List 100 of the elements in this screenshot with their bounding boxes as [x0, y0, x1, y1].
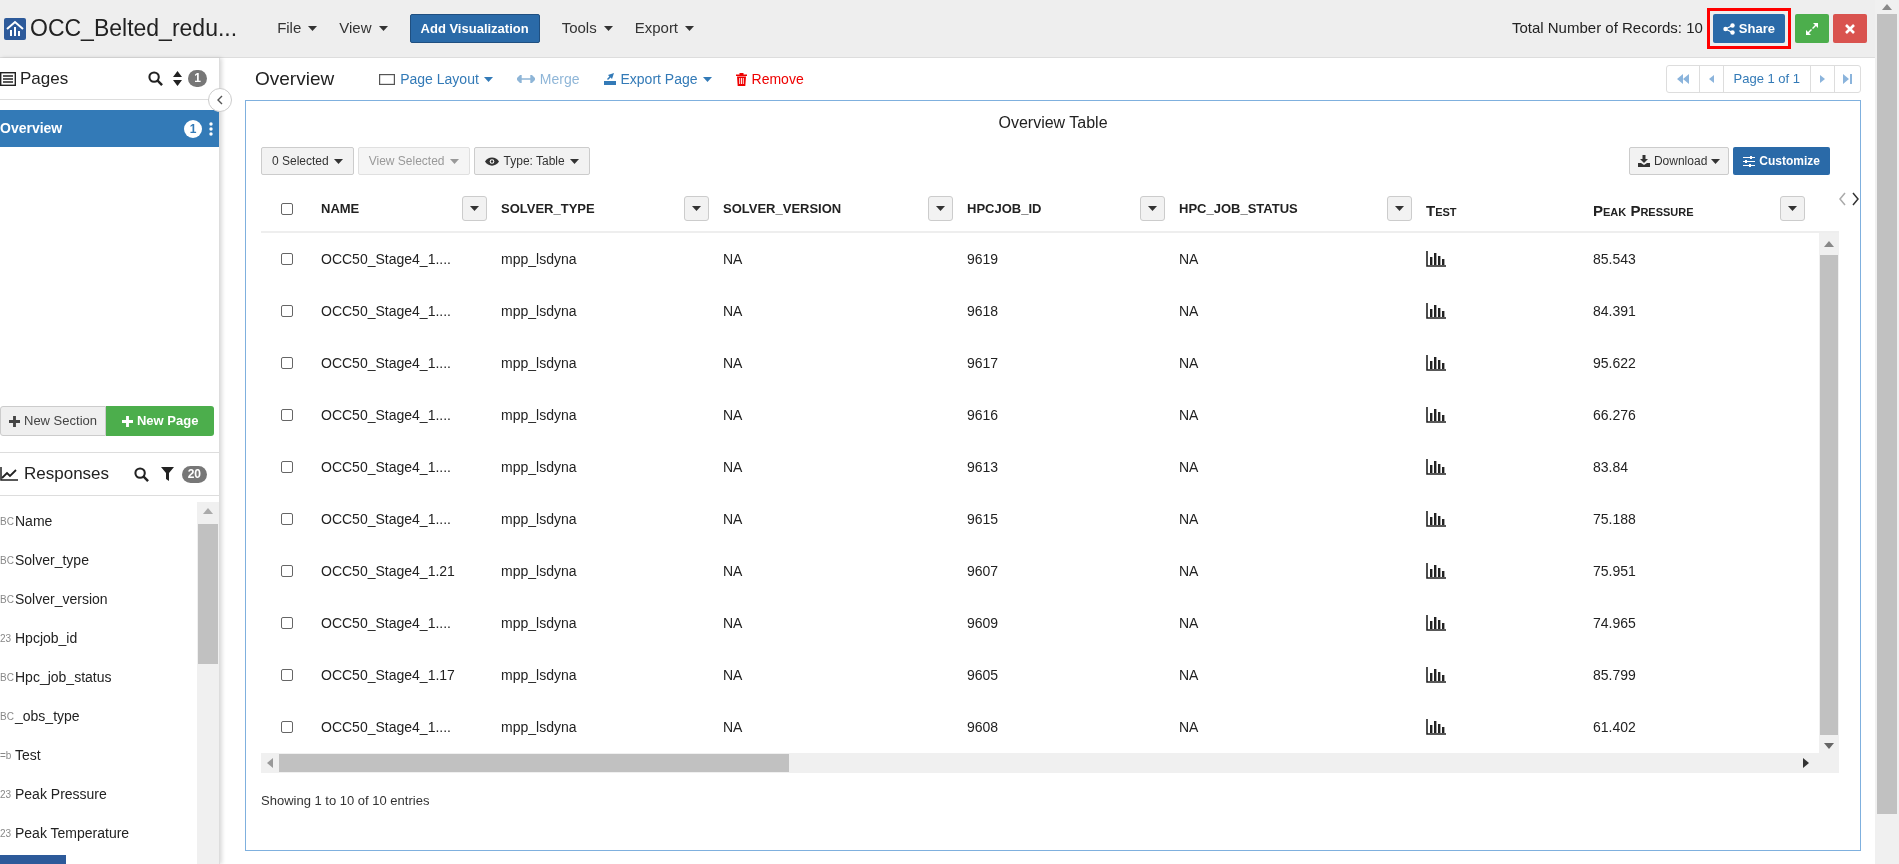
column-header[interactable]: Test [1426, 200, 1457, 223]
filter-icon[interactable] [160, 467, 174, 481]
row-checkbox[interactable] [281, 305, 293, 317]
page-action[interactable]: Remove [735, 68, 804, 90]
select-all-checkbox[interactable] [281, 202, 293, 215]
bar-chart-icon[interactable] [1426, 615, 1446, 631]
bar-chart-icon[interactable] [1426, 251, 1446, 267]
toolbar-dropdown[interactable]: 0 Selected [261, 147, 354, 175]
column-filter-button[interactable] [1780, 196, 1805, 221]
response-item[interactable]: _obs_type [15, 706, 80, 727]
row-checkbox[interactable] [281, 513, 293, 525]
type-label: BC [0, 554, 15, 568]
table-cell: OCC50_Stage4_1.... [321, 354, 451, 371]
scroll-up-icon[interactable] [1882, 4, 1892, 10]
response-item[interactable]: Hpc_job_status [15, 667, 112, 688]
table-cell: NA [723, 666, 743, 683]
page-action[interactable]: Page Layout [379, 68, 493, 90]
response-item[interactable]: Name [15, 511, 53, 532]
bar-chart-icon[interactable] [1426, 667, 1446, 683]
response-item[interactable]: Test [15, 745, 41, 766]
column-header[interactable]: Peak Pressure [1593, 200, 1694, 223]
column-header[interactable]: HPC_JOB_STATUS [1179, 198, 1298, 219]
caret-icon [308, 26, 318, 31]
first-page-icon [1676, 74, 1689, 84]
scroll-columns-icon[interactable] [1839, 192, 1859, 206]
close-button[interactable] [1833, 14, 1867, 43]
page-item-label: Overview [0, 119, 64, 138]
bar-chart-icon[interactable] [1426, 511, 1446, 527]
table-cell: OCC50_Stage4_1.... [321, 614, 451, 631]
bar-chart-icon[interactable] [1426, 355, 1446, 371]
column-header[interactable]: NAME [321, 198, 360, 219]
row-checkbox[interactable] [281, 565, 293, 577]
row-checkbox[interactable] [281, 357, 293, 369]
collapse-sidebar-button[interactable] [208, 88, 232, 112]
response-item[interactable]: Hpcjob_id [15, 628, 78, 649]
scrollbar[interactable] [1819, 233, 1839, 753]
row-checkbox[interactable] [281, 461, 293, 473]
scroll-right-icon[interactable] [1803, 758, 1809, 768]
table-cell: NA [723, 354, 743, 371]
plus-icon [9, 415, 20, 427]
trash-icon [735, 72, 747, 86]
new-section-button[interactable]: New Section [0, 406, 106, 436]
caret-icon [1788, 206, 1797, 211]
table-cell: 85.543 [1593, 250, 1636, 267]
menu-item[interactable]: Export [634, 17, 695, 40]
bar-chart-icon[interactable] [1426, 407, 1446, 423]
table-cell: 84.391 [1593, 302, 1636, 319]
menu-item[interactable]: File [277, 17, 318, 40]
bar-chart-icon[interactable] [1426, 303, 1446, 319]
row-checkbox[interactable] [281, 721, 293, 733]
scrollbar-thumb[interactable] [279, 754, 789, 772]
table-cell: NA [723, 562, 743, 579]
response-item[interactable]: Peak Pressure [15, 784, 107, 805]
column-filter-button[interactable] [1140, 196, 1165, 221]
row-checkbox[interactable] [281, 617, 293, 629]
menu-item[interactable]: View [339, 17, 388, 40]
row-checkbox[interactable] [281, 253, 293, 265]
response-item[interactable]: Solver_version [15, 589, 108, 610]
column-filter-button[interactable] [1387, 196, 1412, 221]
share-button[interactable]: Share [1712, 14, 1785, 43]
total-records-label: Total Number of Records: 10 [1511, 18, 1703, 39]
search-icon[interactable] [133, 466, 149, 482]
page-action[interactable]: Export Page [603, 68, 712, 90]
bar-chart-icon[interactable] [1426, 563, 1446, 579]
table-cell: mpp_lsdyna [501, 354, 577, 371]
column-header[interactable]: SOLVER_TYPE [501, 198, 595, 219]
response-item[interactable]: Solver_type [15, 550, 89, 571]
column-filter-button[interactable] [462, 196, 487, 221]
bar-chart-icon[interactable] [1426, 459, 1446, 475]
scrollbar[interactable] [197, 502, 219, 864]
scroll-down-icon[interactable] [1824, 743, 1834, 749]
scrollbar-thumb[interactable] [1877, 14, 1897, 814]
expand-button[interactable] [1795, 14, 1829, 43]
table-cell: 9615 [967, 510, 999, 527]
scrollbar-thumb[interactable] [198, 524, 218, 664]
customize-button[interactable]: Customize [1733, 147, 1830, 175]
toolbar-dropdown[interactable]: Type: Table [473, 147, 590, 175]
column-filter-button[interactable] [684, 196, 709, 221]
row-checkbox[interactable] [281, 409, 293, 421]
menu-item[interactable]: Tools [561, 17, 613, 40]
type-label: BC [0, 710, 14, 724]
row-checkbox[interactable] [281, 669, 293, 681]
response-item[interactable]: Peak Temperature [15, 823, 130, 844]
scrollbar-thumb[interactable] [1820, 255, 1838, 735]
bar-chart-icon[interactable] [1426, 719, 1446, 735]
column-header[interactable]: SOLVER_VERSION [723, 198, 842, 219]
more-vertical-icon[interactable] [209, 121, 213, 136]
scroll-up-icon[interactable] [1824, 241, 1834, 247]
type-label: =b [0, 749, 13, 763]
sort-icon[interactable] [173, 71, 183, 86]
download-button[interactable]: Download [1628, 147, 1730, 175]
column-header[interactable]: HPCJOB_ID [967, 198, 1042, 219]
table-cell: 9608 [967, 718, 999, 735]
search-icon[interactable] [148, 71, 164, 86]
column-filter-button[interactable] [928, 196, 953, 221]
caret-icon [603, 26, 613, 31]
horizontal-scrollbar[interactable] [261, 753, 1839, 773]
add-visualization-button[interactable]: Add Visualization [409, 14, 540, 43]
table-cell: mpp_lsdyna [501, 614, 577, 631]
page-item[interactable]: Overview 1 [0, 110, 219, 147]
